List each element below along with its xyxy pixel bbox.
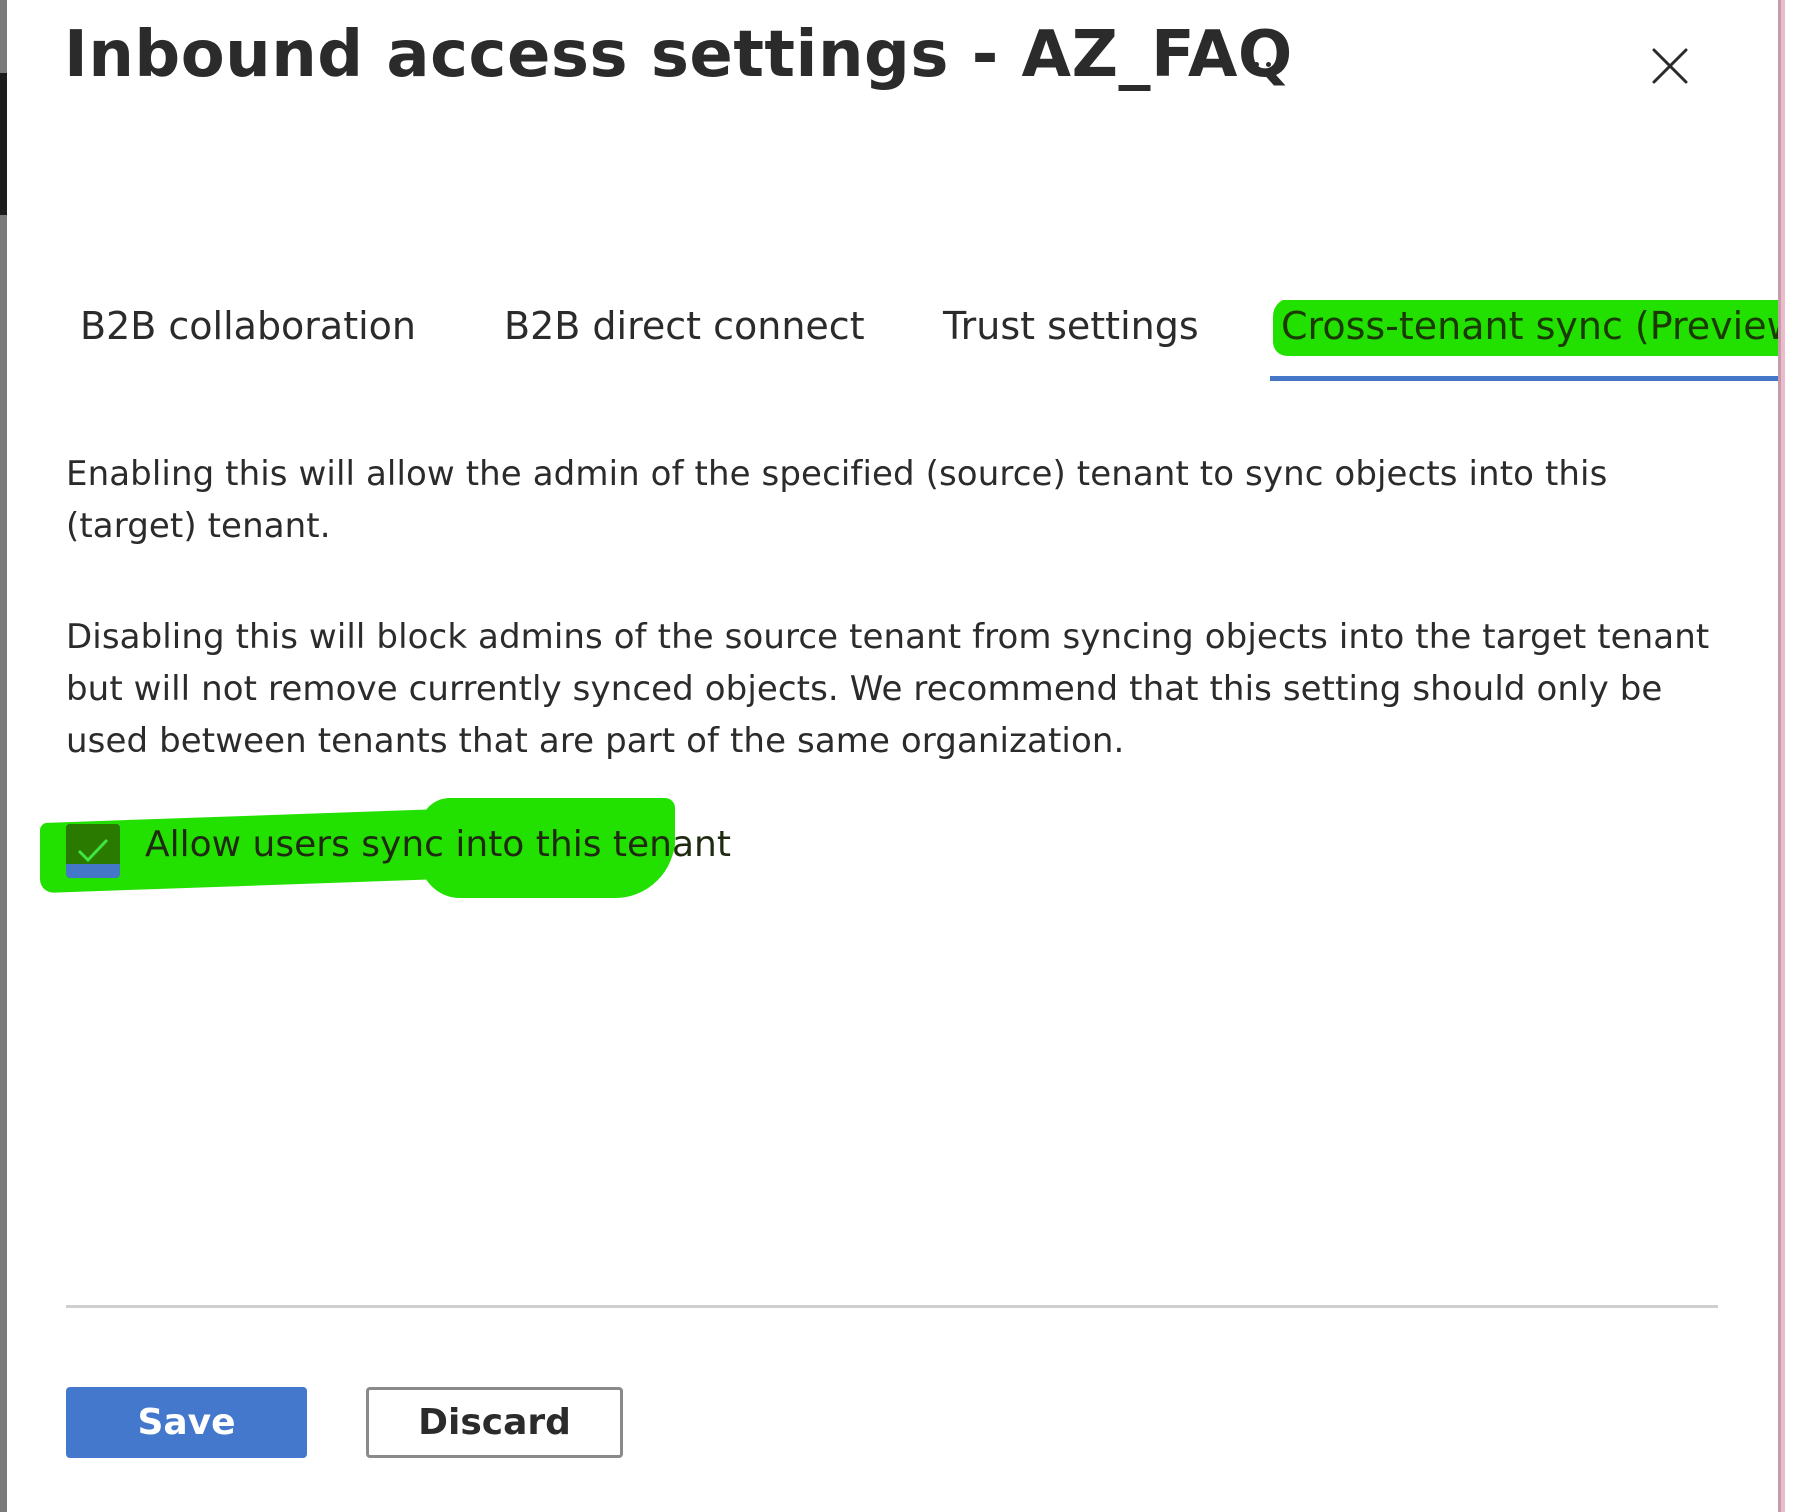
left-window-edge-dark <box>0 73 7 215</box>
save-button[interactable]: Save <box>66 1387 307 1458</box>
tab-label: B2B direct connect <box>504 304 865 348</box>
discard-button[interactable]: Discard <box>366 1387 623 1458</box>
ellipsis-icon <box>1253 61 1259 67</box>
close-icon <box>1652 48 1688 84</box>
tab-bar: B2B collaboration B2B direct connect Tru… <box>0 300 1778 386</box>
description-enabling: Enabling this will allow the admin of th… <box>66 454 1608 546</box>
allow-users-sync-checkbox[interactable] <box>66 824 120 878</box>
right-window-edge-light <box>1781 0 1785 1512</box>
description-disabling: Disabling this will block admins of the … <box>66 617 1710 761</box>
footer-divider <box>66 1305 1718 1308</box>
tab-label: B2B collaboration <box>80 304 417 348</box>
tab-cross-tenant-sync[interactable]: Cross-tenant sync (Preview) <box>1273 300 1778 356</box>
tab-b2b-direct-connect[interactable]: B2B direct connect <box>504 304 865 348</box>
tab-label: Trust settings <box>943 304 1199 348</box>
active-tab-indicator <box>1270 376 1778 381</box>
tab-label: Cross-tenant sync (Preview) <box>1281 304 1778 348</box>
left-window-edge <box>0 0 7 1512</box>
more-options-button[interactable] <box>1240 44 1296 84</box>
ellipsis-icon-dot <box>1265 61 1271 67</box>
close-button[interactable] <box>1644 40 1696 92</box>
tab-b2b-collaboration[interactable]: B2B collaboration <box>80 304 416 348</box>
allow-users-sync-label[interactable]: Allow users sync into this tenant <box>145 824 731 865</box>
ellipsis-icon-dot <box>1277 61 1283 67</box>
tab-trust-settings[interactable]: Trust settings <box>943 304 1199 348</box>
allow-sync-checkbox-row: Allow users sync into this tenant <box>40 798 731 900</box>
page-title: Inbound access settings - AZ_FAQ <box>64 18 1293 92</box>
checkmark-icon <box>77 838 109 863</box>
